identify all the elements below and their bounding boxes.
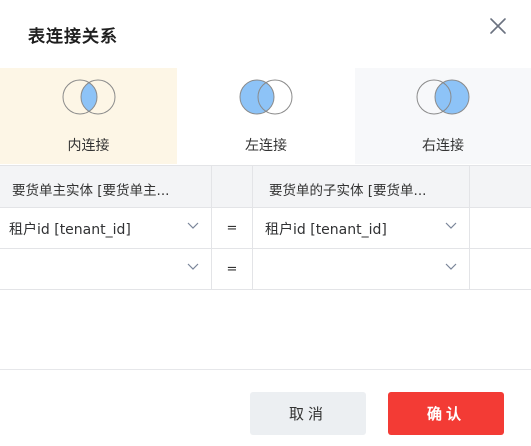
table-row: 租户id [tenant_id] = 租户id [tenant_id] [0, 208, 531, 249]
footer-divider [0, 369, 531, 370]
cancel-button[interactable]: 取消 [250, 392, 366, 435]
join-type-label: 内连接 [67, 138, 110, 154]
join-type-selector: 内连接 左连接 右连接 [0, 68, 531, 164]
right-entity-header: 要货单的子实体 [要货单... [269, 183, 427, 199]
left-field-value: 租户id [tenant_id] [9, 222, 131, 238]
chevron-down-icon [445, 222, 457, 230]
right-field-value: 租户id [tenant_id] [265, 222, 387, 238]
chevron-down-icon [187, 263, 199, 271]
inner-join-icon [62, 79, 115, 115]
left-field-select[interactable] [0, 249, 211, 289]
table-header-row: 要货单主实体 [要货单主... 要货单的子实体 [要货单... [0, 165, 531, 208]
operator-label: = [226, 220, 238, 236]
join-type-left[interactable]: 左连接 [177, 68, 355, 164]
left-field-select[interactable]: 租户id [tenant_id] [0, 208, 211, 248]
close-icon [490, 18, 506, 34]
join-type-label: 右连接 [422, 138, 464, 154]
chevron-down-icon [187, 222, 199, 230]
chevron-down-icon [445, 263, 457, 271]
right-field-select[interactable] [253, 249, 469, 289]
close-button[interactable] [486, 14, 510, 38]
operator-label: = [226, 261, 238, 277]
left-join-icon [239, 79, 293, 115]
confirm-button[interactable]: 确认 [388, 392, 504, 435]
dialog-title: 表连接关系 [28, 27, 118, 47]
join-type-label: 左连接 [245, 138, 287, 154]
right-join-icon [416, 79, 470, 115]
right-field-select[interactable]: 租户id [tenant_id] [253, 208, 469, 248]
table-row: = [0, 249, 531, 290]
join-conditions-table: 要货单主实体 [要货单主... 要货单的子实体 [要货单... 租户id [te… [0, 165, 531, 290]
join-type-inner[interactable]: 内连接 [0, 68, 177, 164]
left-entity-header: 要货单主实体 [要货单主... [12, 183, 170, 199]
join-type-right[interactable]: 右连接 [355, 68, 531, 164]
